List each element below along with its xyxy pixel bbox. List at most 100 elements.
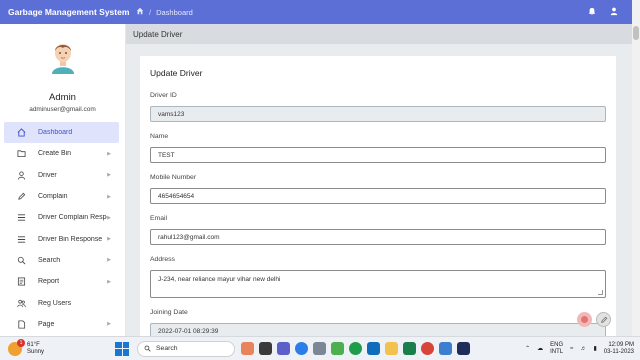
address-textarea[interactable]: J-234, near reliance mayur vihar new del… [150, 270, 606, 298]
resize-handle-icon[interactable] [598, 290, 603, 295]
sidebar-item-label: Dashboard [38, 129, 73, 137]
name-label: Name [150, 133, 169, 140]
sidebar-item-driver-complain-response[interactable]: Driver Complain Response ▶ [4, 207, 119, 228]
user-menu-icon[interactable] [610, 7, 618, 18]
driver-id-field[interactable]: vams123 [150, 106, 606, 122]
list-icon [16, 212, 27, 223]
chevron-right-icon: ▶ [107, 150, 111, 157]
record-button[interactable] [577, 312, 592, 327]
sidebar-item-page[interactable]: Page ▶ [4, 314, 119, 335]
lang-top: ENG [550, 341, 564, 348]
vscode-icon[interactable] [439, 342, 452, 355]
search-icon [16, 255, 27, 266]
sidebar-item-label: Create Bin [38, 150, 72, 158]
sidebar-item-label: Page [38, 320, 55, 328]
taskbar-apps [241, 342, 470, 355]
outlook-icon[interactable] [367, 342, 380, 355]
pen-icon [16, 191, 27, 202]
report-icon [16, 276, 27, 287]
user-icon [16, 170, 27, 181]
cloud-icon[interactable]: ☁ [537, 345, 543, 352]
top-navbar: Garbage Management System / Dashboard [0, 0, 632, 24]
breadcrumb: / Dashboard [126, 7, 193, 17]
update-driver-card: Update Driver Driver ID vams123 Name TES… [140, 56, 616, 346]
search-icon [144, 345, 151, 352]
language-indicator[interactable]: ENG INTL [550, 342, 563, 356]
sidebar-item-search[interactable]: Search ▶ [4, 250, 119, 271]
weather-desc: Sunny [27, 348, 45, 355]
chevron-up-icon[interactable]: ⌃ [525, 345, 530, 352]
breadcrumb-current[interactable]: Dashboard [156, 8, 193, 17]
sidebar-item-create-bin[interactable]: Create Bin ▶ [4, 143, 119, 164]
joining-date-label: Joining Date [150, 309, 188, 316]
home-icon[interactable] [136, 7, 144, 17]
chevron-right-icon: ▶ [107, 214, 111, 221]
chat-app-icon[interactable] [277, 342, 290, 355]
file-explorer-icon[interactable] [385, 342, 398, 355]
sidebar-item-label: Driver [38, 171, 57, 179]
mobile-label: Mobile Number [150, 174, 197, 181]
sun-icon: 1 [8, 338, 25, 356]
email-label: Email [150, 215, 167, 222]
page-title: Update Driver [126, 24, 632, 44]
sidebar-item-label: Driver Complain Response [38, 214, 107, 222]
clock[interactable]: 12:09 PM 03-11-2023 [604, 342, 634, 356]
sidebar-item-dashboard[interactable]: Dashboard [4, 122, 119, 144]
sidebar-item-complain[interactable]: Complain ▶ [4, 186, 119, 207]
lang-bottom: INTL [550, 348, 564, 355]
page-icon [16, 319, 27, 330]
taskbar: 1 61°F Sunny Search ⌃ ☁ ENG INTL ≈ ♬ ▮ 1… [0, 336, 640, 360]
battery-icon[interactable]: ▮ [593, 345, 596, 352]
admin-email: adminuser@gmail.com [29, 106, 96, 113]
sidebar-item-driver[interactable]: Driver ▶ [4, 165, 119, 186]
wifi-icon[interactable]: ≈ [570, 346, 573, 352]
chevron-right-icon: ▶ [107, 172, 111, 179]
avatar [45, 38, 81, 74]
mobile-field[interactable]: 4654654654 [150, 188, 606, 204]
users-icon [16, 298, 27, 309]
home-icon [16, 127, 27, 138]
photoshop-icon[interactable] [457, 342, 470, 355]
media-app-icon[interactable] [295, 342, 308, 355]
email-field[interactable]: rahul123@gmail.com [150, 229, 606, 245]
food-app-icon[interactable] [241, 342, 254, 355]
sidebar-item-label: Reg Users [38, 299, 72, 307]
list-icon [16, 234, 27, 245]
sidebar-item-label: Report [38, 278, 60, 286]
page-scrollbar[interactable] [632, 0, 640, 336]
weather-widget[interactable]: 1 61°F Sunny [0, 338, 110, 356]
admin-profile: Admin adminuser@gmail.com [0, 24, 125, 122]
breadcrumb-separator: / [149, 7, 152, 17]
address-value: J-234, near reliance mayur vihar new del… [158, 276, 281, 283]
system-tray: ⌃ ☁ ENG INTL ≈ ♬ ▮ 12:09 PM 03-11-2023 [525, 342, 640, 356]
sidebar-item-reg-users[interactable]: Reg Users [4, 292, 119, 313]
taskbar-search-placeholder: Search [156, 345, 178, 352]
k-app-icon[interactable] [349, 342, 362, 355]
address-label: Address [150, 256, 175, 263]
sidebar-item-label: Search [38, 256, 61, 264]
pencil-icon [600, 316, 607, 323]
chevron-right-icon: ▶ [107, 278, 111, 285]
clock-date: 03-11-2023 [603, 348, 634, 355]
sidebar-item-report[interactable]: Report ▶ [4, 271, 119, 292]
app-title[interactable]: Garbage Management System [0, 7, 129, 17]
chevron-right-icon: ▶ [107, 236, 111, 243]
bell-icon[interactable] [588, 7, 596, 18]
excel-icon[interactable] [403, 342, 416, 355]
sidebar-item-driver-bin-response[interactable]: Driver Bin Response ▶ [4, 228, 119, 249]
windows-start-icon[interactable] [115, 341, 129, 356]
volume-icon[interactable]: ♬ [580, 346, 586, 352]
weather-temp: 61°F [27, 341, 40, 348]
chevron-right-icon: ▶ [107, 321, 111, 328]
task-view-icon[interactable] [259, 342, 272, 355]
card-title: Update Driver [150, 68, 203, 78]
editor-app-icon[interactable] [331, 342, 344, 355]
sidebar-menu: Dashboard Create Bin ▶ Driver ▶ Complain… [0, 122, 125, 335]
clock-time: 12:09 PM [608, 341, 634, 348]
scrollbar-thumb[interactable] [633, 26, 639, 40]
snipping-tool-icon[interactable] [313, 342, 326, 355]
name-field[interactable]: TEST [150, 147, 606, 163]
chrome-icon[interactable] [421, 342, 434, 355]
taskbar-search[interactable]: Search [137, 340, 235, 357]
edit-button[interactable] [596, 312, 611, 327]
